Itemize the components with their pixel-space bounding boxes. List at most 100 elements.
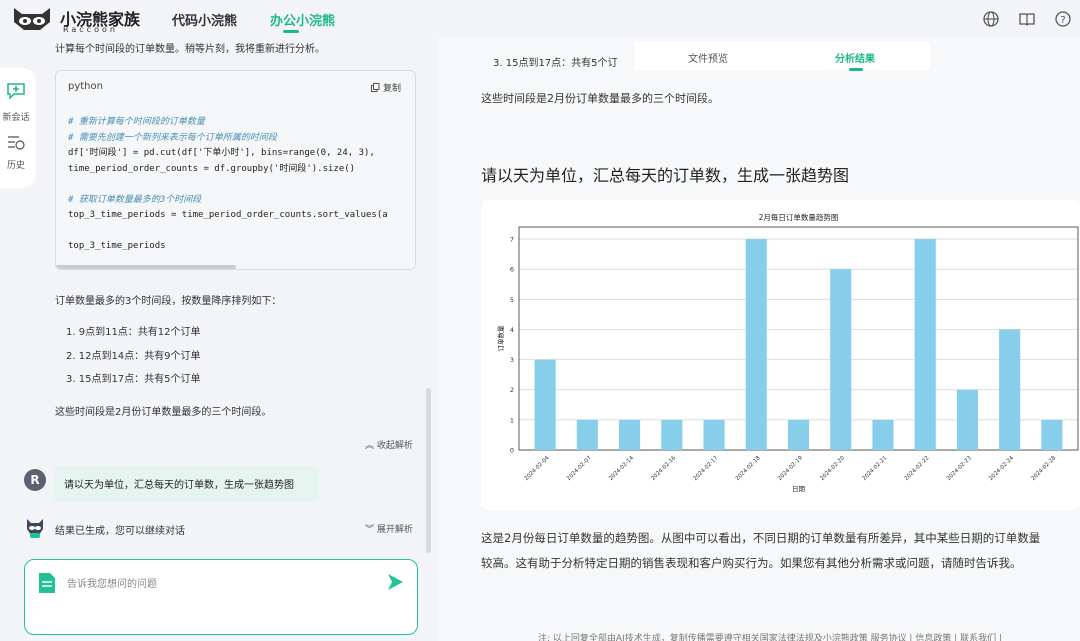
tab-office-raccoon[interactable]: 办公小浣熊 (270, 10, 335, 29)
y-tick-label: 2 (510, 386, 514, 394)
y-tick-label: 7 (510, 236, 514, 244)
svg-text:?: ? (1060, 15, 1065, 26)
x-tick-label: 2024-02-04 (524, 455, 551, 482)
x-tick-label: 2024-02-23 (946, 455, 973, 482)
answer-conclusion: 这些时间段是2月份订单数量最多的三个时间段。 (55, 407, 272, 418)
chat-panel: 计算每个时间段的订单数量。稍等片刻，我将重新进行分析。 python 复制 # … (12, 38, 432, 641)
x-tick-label: 2024-02-16 (650, 455, 677, 482)
code-line: top_3_time_periods (68, 241, 166, 251)
copy-code-label: 复制 (382, 84, 401, 94)
code-line: df['时间段'] = pd.cut(df['下单小时'], bins=rang… (68, 148, 375, 158)
footer-disclaimer: 注: 以上回复全部由AI技术生成，复制传播需要遵守相关国家法律法规及小浣熊政策 … (538, 634, 1002, 641)
assistant-status: 结果已生成，您可以继续对话 (55, 526, 185, 537)
code-language: python (68, 81, 103, 92)
copy-code-button[interactable]: 复制 (371, 81, 401, 94)
code-line: # 重新计算每个时间段的订单数量 (68, 117, 205, 127)
globe-icon[interactable] (982, 10, 1000, 28)
answer-intro: 订单数量最多的3个时间段，按数量降序排列如下： (55, 296, 282, 307)
x-tick-label: 2024-02-19 (777, 455, 804, 482)
code-line: # 获取订单数量最多的3个时间段 (68, 194, 202, 205)
chevron-up-icon: ︽ (365, 441, 375, 451)
chat-scrollbar[interactable] (426, 388, 431, 553)
y-tick-label: 1 (510, 416, 514, 424)
x-tick-label: 2024-02-17 (693, 455, 720, 482)
code-line: time_period_order_counts = df.groupby('时… (68, 163, 356, 174)
input-placeholder: 告诉我您想问的问题 (67, 579, 157, 590)
x-tick-label: 2024-02-20 (819, 455, 846, 482)
result-heading: 请以天为单位，汇总每天的订单数，生成一张趋势图 (481, 166, 850, 185)
preview-tabs: 文件预览 分析结果 (635, 42, 930, 70)
result-description-line1: 这是2月份每日订单数量的趋势图。从图中可以看出，不同日期的订单数量有所差异，其中… (481, 531, 1041, 545)
plot-frame (518, 226, 1079, 451)
y-tick-label: 6 (510, 266, 514, 274)
result-summary: 这些时间段是2月份订单数量最多的三个时间段。 (481, 92, 719, 105)
bar (619, 419, 641, 450)
bar (999, 329, 1021, 450)
chat-input[interactable]: 告诉我您想问的问题 (24, 559, 418, 635)
y-tick-label: 0 (510, 447, 514, 455)
collapse-analysis-label: 收起解析 (376, 441, 413, 451)
list-item: 3. 15点到17点：共有5个订单 (66, 374, 201, 385)
x-tick-label: 2024-02-14 (608, 455, 635, 482)
y-tick-label: 4 (510, 326, 514, 334)
x-tick-label: 2024-02-18 (735, 455, 762, 482)
top-bar: 小浣熊家族 Raccoon 代码小浣熊 办公小浣熊 ? (0, 0, 1080, 38)
x-tick-label: 2024-02-22 (904, 455, 931, 482)
x-tick-label: 2024-02-07 (566, 455, 593, 482)
code-content: # 重新计算每个时间段的订单数量 # 需要先创建一个新列来表示每个订单所属的时间段… (68, 115, 388, 255)
bar (872, 419, 894, 450)
bar (576, 419, 598, 450)
chevron-down-icon: ︾ (365, 525, 375, 535)
x-tick-label: 2024-02-28 (1030, 455, 1057, 482)
raccoon-logo-icon (14, 8, 50, 30)
y-axis-label: 订单数量 (496, 325, 505, 352)
active-panel-tab-indicator (849, 68, 863, 71)
document-icon[interactable] (37, 572, 57, 594)
x-axis-label: 日期 (792, 485, 806, 493)
y-tick-label: 5 (510, 296, 514, 304)
list-item: 1. 9点到11点：共有12个订单 (66, 327, 201, 338)
bar (830, 269, 852, 450)
code-line: # 需要先创建一个新列来表示每个订单所属的时间段 (68, 132, 277, 143)
bar (661, 419, 683, 450)
tab-file-preview[interactable]: 文件预览 (688, 50, 728, 65)
analysis-panel: 3. 15点到17点：共有5个订 文件预览 分析结果 这些时间段是2月份订单数量… (438, 38, 1080, 641)
list-item: 2. 12点到14点：共有9个订单 (66, 351, 201, 362)
send-icon[interactable] (385, 572, 405, 592)
order-trend-chart: 2月每日订单数量趋势图 0 1 2 3 4 5 6 7 2024-02-04 2024-02-07 2… (496, 212, 1079, 493)
tab-code-raccoon[interactable]: 代码小浣熊 (172, 10, 237, 29)
bar (534, 359, 556, 450)
book-icon[interactable] (1018, 10, 1036, 28)
y-tick-label: 3 (510, 356, 514, 364)
list-item: 3. 15点到17点：共有5个订 (493, 58, 618, 69)
bar (787, 419, 810, 450)
user-avatar: R (24, 469, 46, 491)
help-icon[interactable]: ? (1054, 10, 1072, 28)
code-block: python 复制 # 重新计算每个时间段的订单数量 # 需要先创建一个新列来表示… (55, 70, 416, 270)
assistant-message-text: 计算每个时间段的订单数量。稍等片刻，我将重新进行分析。 (55, 44, 325, 55)
app-subtitle: Raccoon (63, 25, 118, 34)
chart-title: 2月每日订单数量趋势图 (759, 212, 839, 222)
code-line: top_3_time_periods = time_period_order_c… (68, 210, 388, 220)
code-scrollbar[interactable] (56, 265, 236, 269)
chart-card: 2月每日订单数量趋势图 0 1 2 3 4 5 6 7 2024-02-04 2024-02-07 2… (481, 200, 1080, 510)
bar (914, 239, 936, 450)
expand-analysis-label: 展开解析 (376, 525, 413, 535)
result-description-line2: 较高。这有助于分析特定日期的销售表现和客户购买行为。如果您有其他分析需求或问题，… (481, 556, 1022, 570)
expand-analysis-button[interactable]: ︾ 展开解析 (365, 522, 413, 535)
bar (745, 239, 767, 450)
bar (703, 419, 725, 450)
x-tick-label: 2024-02-21 (862, 455, 889, 482)
bar (956, 389, 978, 450)
collapse-analysis-button[interactable]: ︽ 收起解析 (365, 438, 413, 451)
logo[interactable]: 小浣熊家族 Raccoon (10, 4, 150, 34)
active-tab-indicator (283, 30, 299, 33)
bar (1041, 419, 1063, 450)
copy-icon (371, 83, 380, 92)
raccoon-avatar-icon (27, 519, 43, 538)
tab-analysis-result[interactable]: 分析结果 (835, 50, 875, 65)
x-tick-label: 2024-02-24 (988, 455, 1015, 482)
user-message: 请以天为单位，汇总每天的订单数，生成一张趋势图 (54, 466, 319, 502)
